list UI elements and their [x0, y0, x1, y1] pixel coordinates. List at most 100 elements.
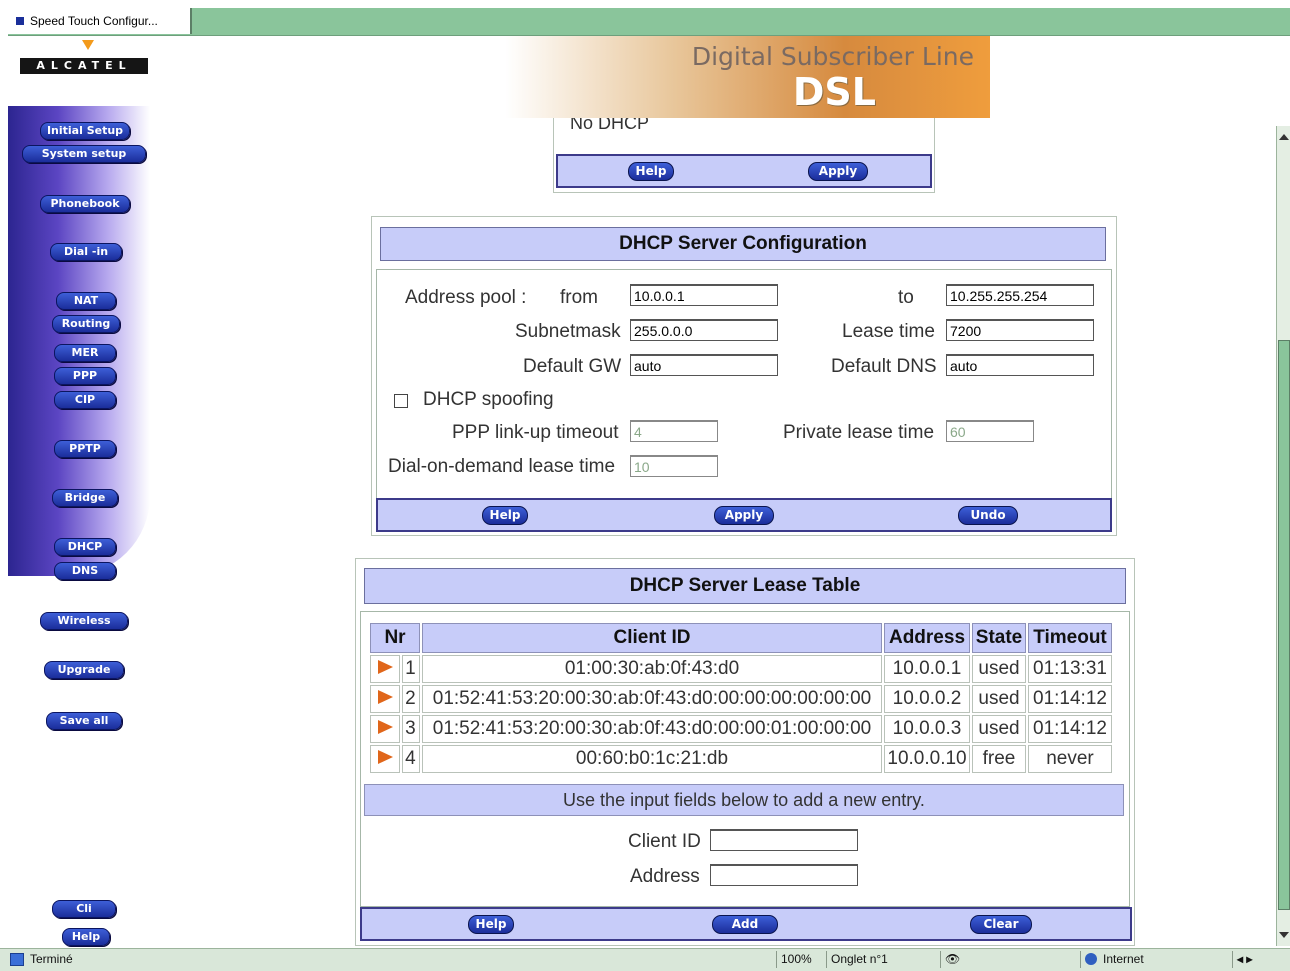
server-config-button-bar: Help Apply Undo — [376, 498, 1112, 532]
scroll-down-icon[interactable] — [1279, 932, 1289, 938]
sidebar-item-dhcp[interactable]: DHCP — [54, 538, 116, 556]
lease-time-input[interactable]: 7200 — [946, 319, 1094, 341]
ppp-timeout-input[interactable]: 4 — [630, 420, 718, 442]
help-button[interactable]: Help — [628, 162, 674, 181]
alcatel-logo-icon — [82, 40, 94, 50]
browser-tab-title: Speed Touch Configur... — [30, 14, 158, 28]
banner-dsl: DSL — [792, 70, 876, 114]
server-config-title: DHCP Server Configuration — [380, 227, 1106, 261]
resize-grip-icon[interactable]: ◂ ▸ — [1232, 951, 1285, 968]
sidebar-item-cli[interactable]: Cli — [52, 900, 116, 918]
sidebar-item-wireless[interactable]: Wireless — [40, 612, 128, 630]
client-id-input[interactable] — [710, 829, 858, 851]
scroll-up-icon[interactable] — [1279, 134, 1289, 140]
row-nr: 1 — [402, 655, 420, 683]
row-state: used — [972, 685, 1026, 713]
row-select-arrow-icon[interactable] — [370, 655, 401, 683]
row-address: 10.0.0.3 — [884, 715, 970, 743]
row-timeout: 01:14:12 — [1028, 715, 1112, 743]
lease-help-button[interactable]: Help — [468, 915, 514, 934]
alcatel-logo: ALCATEL — [20, 58, 148, 74]
column-header-state: State — [972, 623, 1026, 653]
apply-button[interactable]: Apply — [808, 162, 868, 181]
clear-button[interactable]: Clear — [970, 915, 1032, 934]
lease-table-panel: DHCP Server Lease Table Nr Client ID Add… — [355, 558, 1135, 946]
table-row: 4 00:60:b0:1c:21:db 10.0.0.10 free never — [370, 745, 1112, 773]
column-header-nr: Nr — [370, 623, 420, 653]
zoom-level[interactable]: 100% — [776, 951, 825, 968]
address-input[interactable] — [710, 864, 858, 886]
sidebar-item-cip[interactable]: CIP — [54, 391, 116, 409]
default-dns-input[interactable]: auto — [946, 354, 1094, 376]
pool-to-input[interactable]: 10.255.255.254 — [946, 284, 1094, 306]
sidebar-item-bridge[interactable]: Bridge — [52, 489, 118, 507]
row-state: used — [972, 655, 1026, 683]
server-config-panel: DHCP Server Configuration Address pool :… — [371, 216, 1117, 536]
table-row: 1 01:00:30:ab:0f:43:d0 10.0.0.1 used 01:… — [370, 655, 1112, 683]
lease-table-button-bar: Help Add Clear — [360, 907, 1132, 941]
browser-tab[interactable]: Speed Touch Configur... — [8, 8, 192, 34]
subnetmask-input[interactable]: 255.0.0.0 — [630, 319, 778, 341]
private-lease-label: Private lease time — [783, 422, 935, 443]
config-apply-button[interactable]: Apply — [714, 506, 774, 525]
config-undo-button[interactable]: Undo — [958, 506, 1018, 525]
row-select-arrow-icon[interactable] — [370, 685, 401, 713]
row-timeout: 01:14:12 — [1028, 685, 1112, 713]
row-select-arrow-icon[interactable] — [370, 715, 401, 743]
sidebar-item-phonebook[interactable]: Phonebook — [40, 195, 130, 213]
row-select-arrow-icon[interactable] — [370, 745, 401, 773]
pool-from-input[interactable]: 10.0.0.1 — [630, 284, 778, 306]
row-nr: 2 — [402, 685, 420, 713]
config-help-button[interactable]: Help — [482, 506, 528, 525]
row-client-id: 01:52:41:53:20:00:30:ab:0f:43:d0:00:00:0… — [422, 685, 882, 713]
column-header-timeout: Timeout — [1028, 623, 1112, 653]
default-gw-label: Default GW — [523, 356, 622, 377]
scrollbar-thumb[interactable] — [1278, 340, 1290, 910]
sidebar-item-ppp[interactable]: PPP — [54, 367, 116, 385]
sidebar-item-initial-setup[interactable]: Initial Setup — [40, 122, 130, 140]
add-button[interactable]: Add — [712, 915, 778, 934]
column-header-address: Address — [884, 623, 970, 653]
sidebar-item-nat[interactable]: NAT — [56, 292, 116, 310]
sidebar: ALCATEL Initial Setup System setup Phone… — [8, 36, 150, 948]
client-id-label: Client ID — [628, 831, 701, 852]
browser-tab-bar: Speed Touch Configur... — [8, 8, 1290, 36]
sidebar-item-help[interactable]: Help — [62, 928, 110, 946]
row-client-id: 01:52:41:53:20:00:30:ab:0f:43:d0:00:00:0… — [422, 715, 882, 743]
sidebar-item-system-setup[interactable]: System setup — [22, 145, 146, 163]
dhcp-spoofing-label: DHCP spoofing — [423, 389, 554, 410]
address-pool-label: Address pool : — [405, 287, 527, 308]
sidebar-item-dial-in[interactable]: Dial -in — [50, 243, 122, 261]
default-gw-input[interactable]: auto — [630, 354, 778, 376]
subnetmask-label: Subnetmask — [515, 321, 621, 342]
column-header-client-id: Client ID — [422, 623, 882, 653]
browser-status-bar: Terminé 100% Onglet n°1 👁 Internet ◂ ▸ — [0, 948, 1290, 971]
sidebar-item-routing[interactable]: Routing — [52, 315, 120, 333]
row-nr: 3 — [402, 715, 420, 743]
dod-lease-label: Dial-on-demand lease time — [388, 456, 616, 477]
vertical-scrollbar[interactable] — [1276, 126, 1290, 946]
header-banner: Digital Subscriber Line DSL — [505, 36, 990, 118]
table-row: 3 01:52:41:53:20:00:30:ab:0f:43:d0:00:00… — [370, 715, 1112, 743]
dhcp-mode-panel: No DHCP Help Apply — [553, 118, 935, 193]
dhcp-spoofing-checkbox[interactable] — [394, 394, 408, 408]
sidebar-item-mer[interactable]: MER — [54, 344, 116, 362]
status-icons: 👁 — [940, 951, 1075, 968]
private-lease-input[interactable]: 60 — [946, 420, 1034, 442]
lease-table-title: DHCP Server Lease Table — [364, 568, 1126, 604]
lease-time-label: Lease time — [842, 321, 935, 342]
table-row: 2 01:52:41:53:20:00:30:ab:0f:43:d0:00:00… — [370, 685, 1112, 713]
page-icon — [16, 17, 24, 25]
sidebar-item-dns[interactable]: DNS — [54, 562, 116, 580]
to-label: to — [898, 287, 914, 308]
server-config-form: Address pool : from 10.0.0.1 to 10.255.2… — [376, 269, 1112, 499]
security-zone: Internet — [1080, 951, 1225, 968]
dod-lease-input[interactable]: 10 — [630, 455, 718, 477]
no-dhcp-option[interactable]: No DHCP — [570, 118, 649, 132]
row-state: used — [972, 715, 1026, 743]
row-client-id: 00:60:b0:1c:21:db — [422, 745, 882, 773]
sidebar-item-pptp[interactable]: PPTP — [54, 440, 116, 458]
add-entry-note: Use the input fields below to add a new … — [364, 784, 1124, 816]
sidebar-item-upgrade[interactable]: Upgrade — [44, 661, 124, 679]
sidebar-item-save-all[interactable]: Save all — [46, 712, 122, 730]
